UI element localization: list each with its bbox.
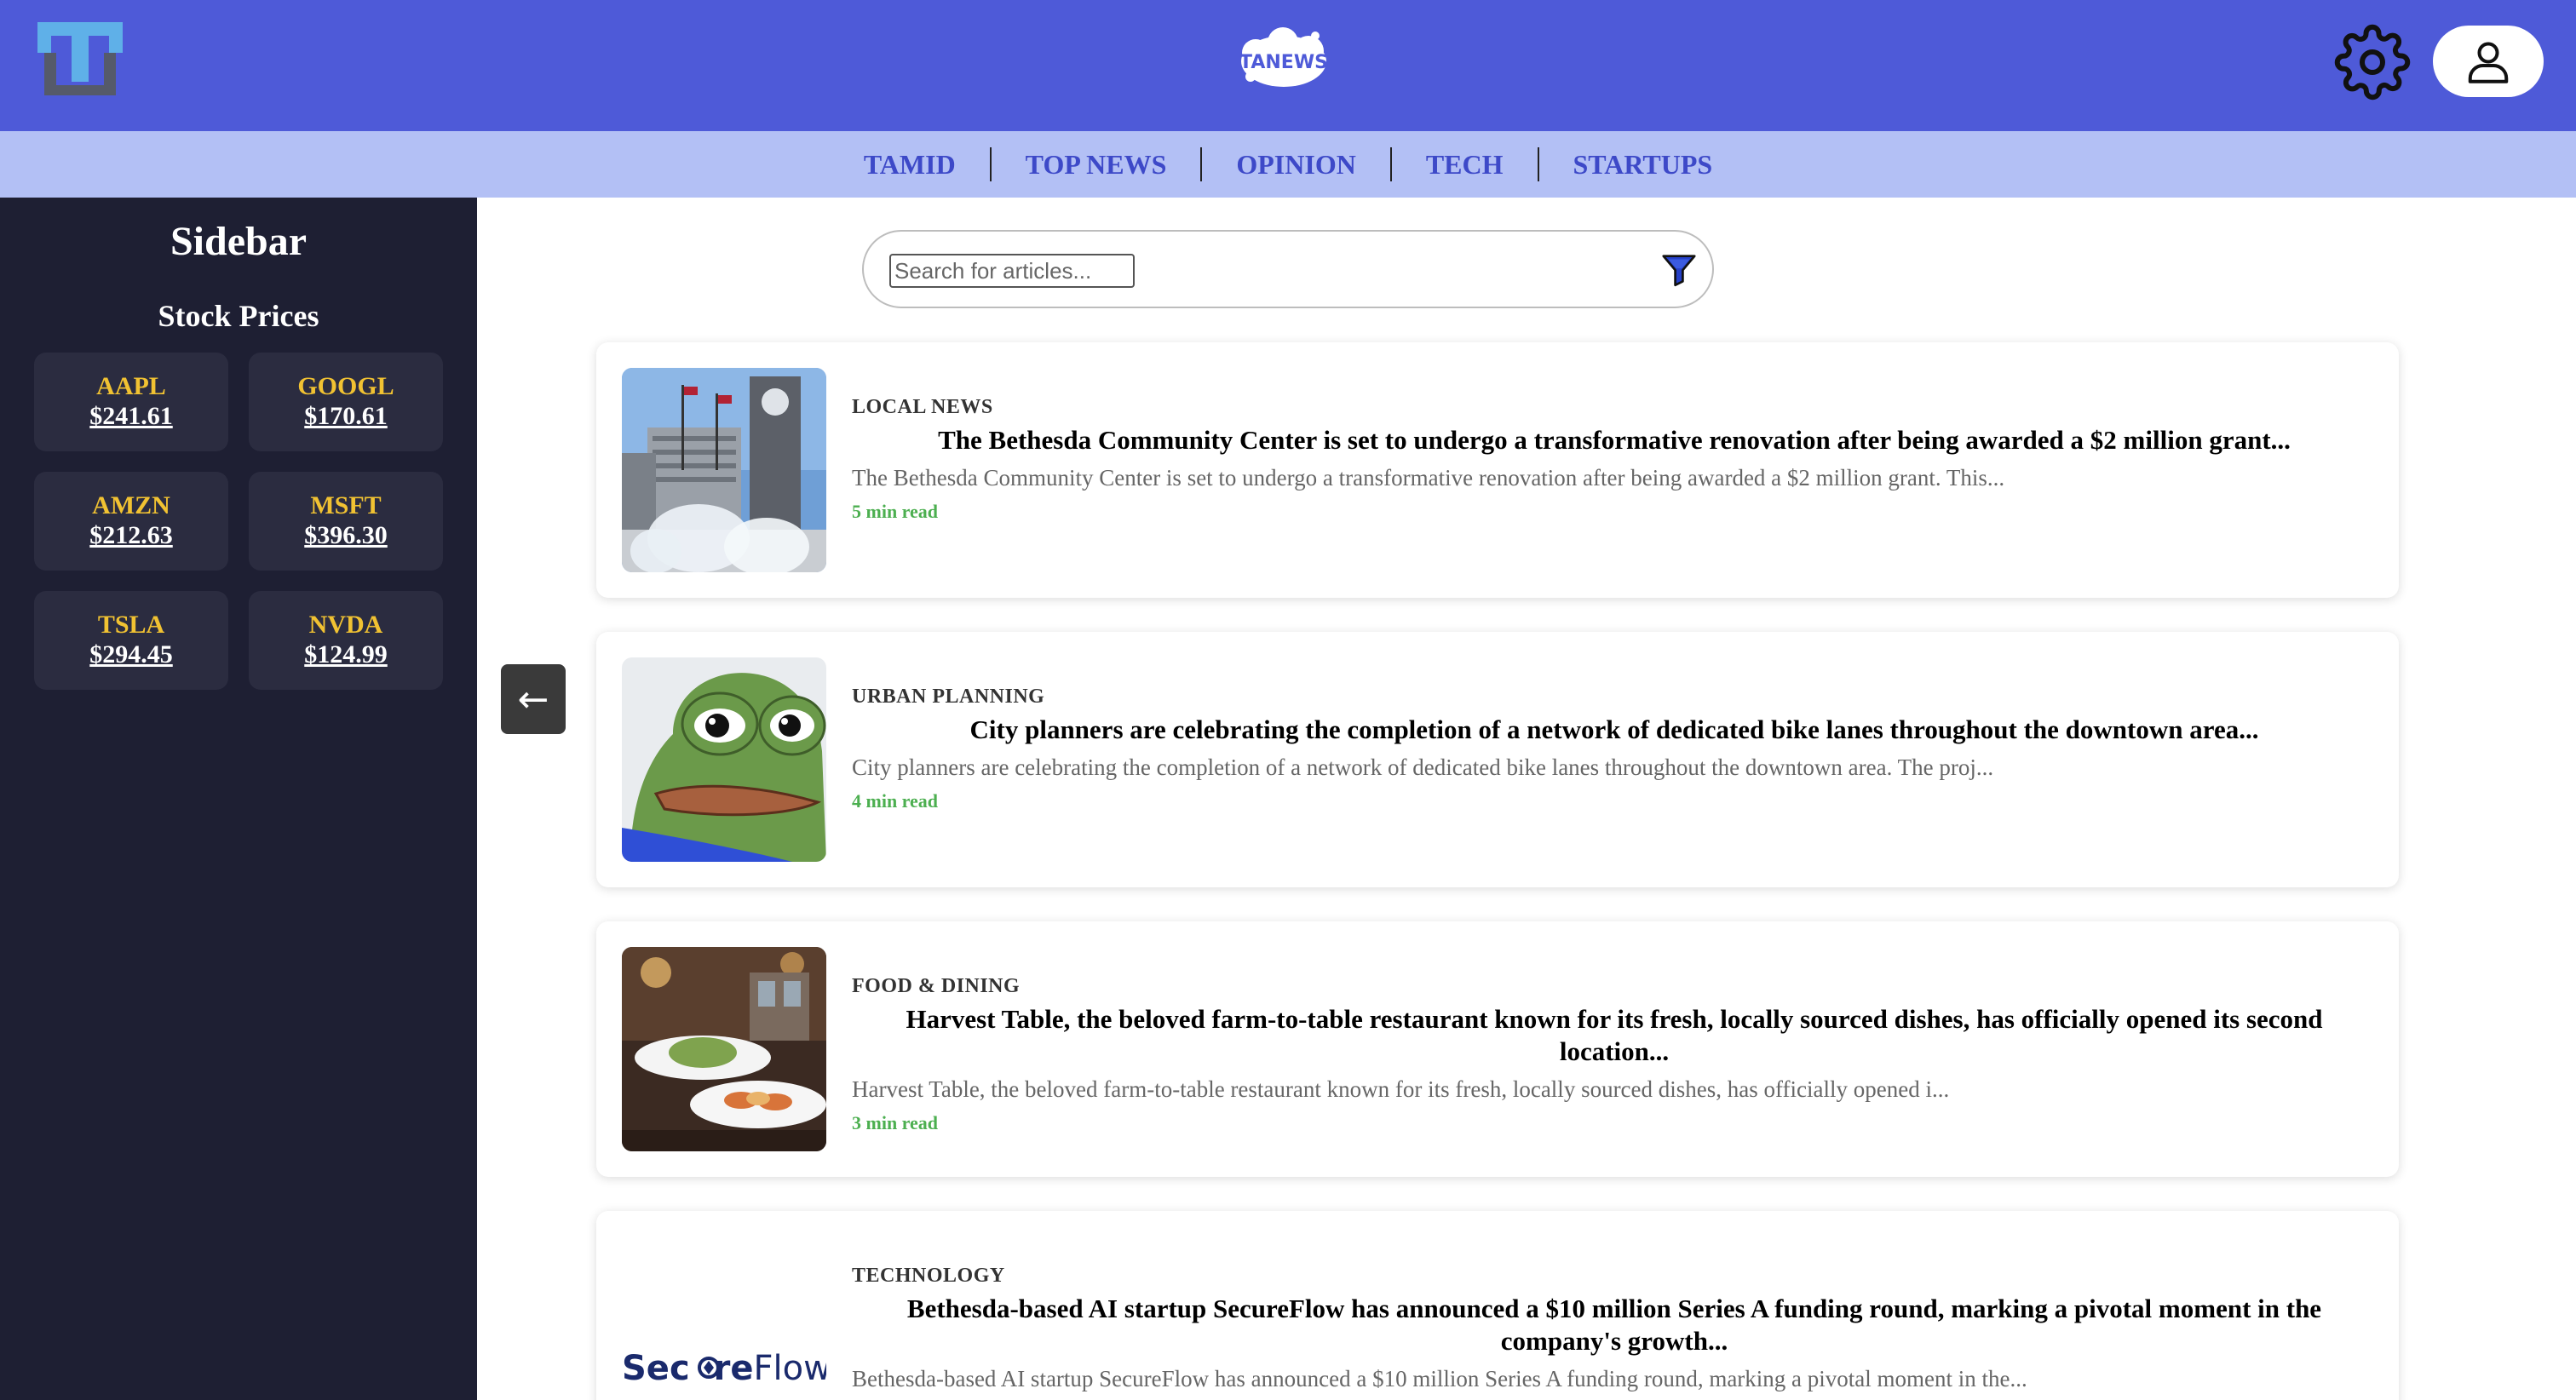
article-excerpt: Harvest Table, the beloved farm-to-table…	[852, 1076, 1950, 1102]
article-excerpt: Bethesda-based AI startup SecureFlow has…	[852, 1366, 2027, 1391]
stock-price-link[interactable]: $212.63	[89, 520, 173, 551]
article-thumbnail-restaurant-dishes[interactable]	[622, 947, 826, 1151]
nav-startups[interactable]: STARTUPS	[1539, 149, 1747, 181]
article-title[interactable]: The Bethesda Community Center is set to …	[852, 424, 2377, 456]
nav-top-news[interactable]: TOP NEWS	[992, 149, 1201, 181]
article-card[interactable]: LOCAL NEWS The Bethesda Community Center…	[596, 342, 2399, 598]
stock-symbol: GOOGL	[297, 372, 394, 400]
stock-price-link[interactable]: $241.61	[89, 401, 173, 432]
settings-gear-icon[interactable]	[2334, 24, 2411, 100]
category-nav: TAMID TOP NEWS OPINION TECH STARTUPS	[0, 131, 2576, 198]
stock-symbol: NVDA	[308, 611, 383, 639]
article-title[interactable]: Bethesda-based AI startup SecureFlow has…	[852, 1293, 2377, 1357]
profile-button[interactable]	[2433, 26, 2544, 97]
top-header: TANEWS	[0, 0, 2576, 131]
stock-symbol: MSFT	[310, 491, 382, 519]
article-title[interactable]: City planners are celebrating the comple…	[852, 714, 2377, 746]
stock-card-googl[interactable]: GOOGL $170.61	[249, 353, 443, 451]
article-thumbnail-fountain-plaza[interactable]	[622, 368, 826, 572]
article-excerpt: The Bethesda Community Center is set to …	[852, 465, 2005, 491]
stock-price-link[interactable]: $396.30	[304, 520, 388, 551]
search-bar	[862, 230, 1714, 308]
article-card[interactable]: URBAN PLANNING City planners are celebra…	[596, 632, 2399, 887]
stock-card-msft[interactable]: MSFT $396.30	[249, 472, 443, 571]
stock-price-link[interactable]: $124.99	[304, 640, 388, 670]
nav-tech[interactable]: TECH	[1392, 149, 1538, 181]
stock-card-amzn[interactable]: AMZN $212.63	[34, 472, 228, 571]
tanews-logo[interactable]: TANEWS	[1232, 24, 1336, 95]
stock-card-nvda[interactable]: NVDA $124.99	[249, 591, 443, 690]
article-title[interactable]: Harvest Table, the beloved farm-to-table…	[852, 1003, 2377, 1068]
stock-grid: AAPL $241.61 GOOGL $170.61 AMZN $212.63 …	[34, 353, 443, 690]
stock-price-link[interactable]: $294.45	[89, 640, 173, 670]
nav-opinion[interactable]: OPINION	[1202, 149, 1389, 181]
article-read-time: 5 min read	[852, 501, 939, 522]
article-category: URBAN PLANNING	[852, 686, 1045, 708]
article-category: TECHNOLOGY	[852, 1265, 1005, 1287]
stock-symbol: AAPL	[96, 372, 166, 400]
svg-text:SecreFlow: Sec reFlow	[622, 1349, 826, 1388]
collapse-sidebar-button[interactable]: ←	[501, 664, 566, 734]
stock-symbol: TSLA	[97, 611, 165, 639]
stock-symbol: AMZN	[92, 491, 170, 519]
article-read-time: 3 min read	[852, 1112, 939, 1133]
article-thumbnail-secureflow-logo[interactable]: Sec reFlow	[622, 1236, 826, 1400]
article-category: LOCAL NEWS	[852, 396, 993, 418]
stock-prices-heading: Stock Prices	[158, 299, 319, 333]
stock-card-tsla[interactable]: TSLA $294.45	[34, 591, 228, 690]
svg-text:TANEWS: TANEWS	[1239, 52, 1328, 73]
search-input[interactable]	[889, 254, 1135, 288]
filter-funnel-icon[interactable]	[1659, 250, 1699, 290]
article-card[interactable]: FOOD & DINING Harvest Table, the beloved…	[596, 921, 2399, 1177]
article-card[interactable]: Sec reFlow TECHNOLOGY Bethesda-based AI s…	[596, 1211, 2399, 1400]
stock-price-link[interactable]: $170.61	[304, 401, 388, 432]
nav-tamid[interactable]: TAMID	[830, 149, 990, 181]
article-category: FOOD & DINING	[852, 975, 1021, 997]
stock-card-aapl[interactable]: AAPL $241.61	[34, 353, 228, 451]
article-thumbnail-frog-cartoon[interactable]	[622, 657, 826, 862]
user-icon	[2468, 42, 2509, 83]
sidebar-title: Sidebar	[170, 219, 308, 264]
sidebar: Sidebar Stock Prices AAPL $241.61 GOOGL …	[0, 198, 477, 1400]
tamid-logo[interactable]	[37, 22, 123, 99]
article-excerpt: City planners are celebrating the comple…	[852, 755, 1994, 780]
article-read-time: 4 min read	[852, 790, 939, 812]
